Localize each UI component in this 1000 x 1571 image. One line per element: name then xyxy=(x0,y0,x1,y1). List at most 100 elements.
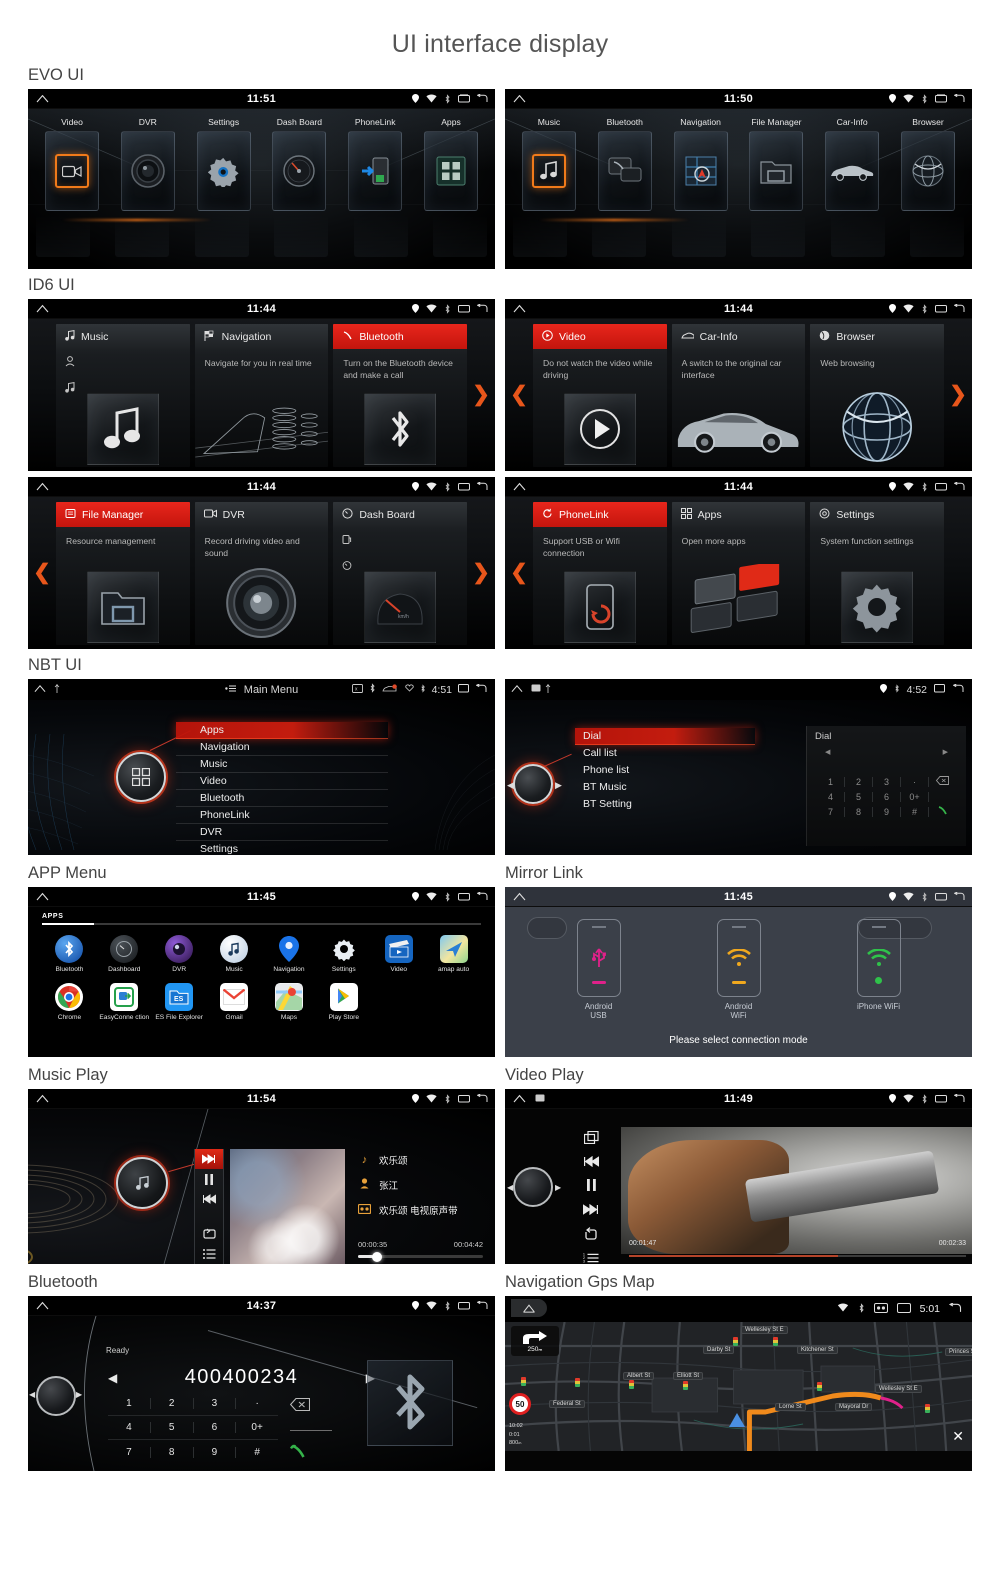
back-icon[interactable] xyxy=(953,93,965,103)
evo-tile[interactable] xyxy=(522,131,576,211)
recents-icon[interactable] xyxy=(935,304,947,313)
next-track-button[interactable] xyxy=(195,1149,223,1169)
playlist-button[interactable] xyxy=(195,1244,223,1264)
back-icon[interactable] xyxy=(953,1093,965,1103)
key-hash[interactable]: # xyxy=(901,806,929,817)
key-hash[interactable]: # xyxy=(236,1447,278,1458)
key-dot[interactable]: · xyxy=(901,776,929,787)
key-0[interactable]: 0+ xyxy=(901,791,929,802)
progress-slider[interactable] xyxy=(629,1255,966,1257)
evo-tile[interactable] xyxy=(196,131,251,211)
prev-arrow[interactable]: ❮ xyxy=(28,502,56,642)
app-item-bluetooth[interactable]: Bluetooth xyxy=(42,935,97,974)
nbt-menu-item-phonelist[interactable]: Phone list xyxy=(575,762,755,779)
next-arrow[interactable]: ❯ xyxy=(467,324,495,464)
evo-tile[interactable] xyxy=(348,131,403,211)
evo-tile[interactable] xyxy=(825,131,880,211)
recents-icon[interactable] xyxy=(935,892,947,901)
back-icon[interactable] xyxy=(475,683,487,696)
evo-item-filemanager[interactable]: File Manager xyxy=(740,115,812,211)
key-dot[interactable]: · xyxy=(236,1398,278,1409)
nbt-menu-item-btsetting[interactable]: BT Setting xyxy=(575,796,755,813)
id6-card-apps[interactable]: Apps Open more apps xyxy=(671,502,806,645)
nbt-menu-item-dial[interactable]: Dial xyxy=(575,728,755,745)
evo-item-dvr[interactable]: DVR xyxy=(112,115,184,211)
rotary-knob[interactable] xyxy=(36,1376,76,1416)
app-item-navigation[interactable]: Navigation xyxy=(262,935,317,974)
recents-icon[interactable] xyxy=(458,892,470,901)
id6-card-dashboard[interactable]: Dash Board km/h xyxy=(333,502,468,645)
app-item-music[interactable]: Music xyxy=(207,935,262,974)
key-3[interactable]: 3 xyxy=(194,1398,237,1409)
id6-card-navigation[interactable]: Navigation Navigate for you in real time xyxy=(194,324,329,467)
key-3[interactable]: 3 xyxy=(873,776,901,787)
prev-track-button[interactable] xyxy=(569,1149,613,1173)
back-pill-button[interactable] xyxy=(527,917,567,939)
nbt-menu-item-btmusic[interactable]: BT Music xyxy=(575,779,755,796)
id6-card-music[interactable]: Music xyxy=(56,324,190,467)
key-1[interactable]: 1 xyxy=(817,776,845,787)
key-4[interactable]: 4 xyxy=(108,1422,151,1433)
right-arrow-icon[interactable]: ▶ xyxy=(76,1390,82,1399)
key-5[interactable]: 5 xyxy=(845,791,873,802)
back-icon[interactable] xyxy=(952,683,964,696)
next-arrow[interactable]: ❯ xyxy=(944,324,972,464)
id6-card-carinfo[interactable]: Car-Info A switch to the original car in… xyxy=(671,324,806,467)
evo-tile[interactable] xyxy=(900,131,955,211)
app-item-esfileexplorer[interactable]: ES ES File Explorer xyxy=(152,983,207,1022)
evo-item-settings[interactable]: Settings xyxy=(188,115,260,211)
recents-icon[interactable] xyxy=(934,683,946,696)
key-7[interactable]: 7 xyxy=(108,1446,151,1458)
evo-item-dashboard[interactable]: Dash Board xyxy=(263,115,335,211)
playlist-button[interactable]: 123 xyxy=(569,1245,613,1264)
nbt-menu-item-calllist[interactable]: Call list xyxy=(575,745,755,762)
mode-android-usb[interactable] xyxy=(576,919,621,997)
back-icon[interactable] xyxy=(953,481,965,491)
recents-icon[interactable] xyxy=(458,1094,470,1103)
back-icon[interactable] xyxy=(476,891,488,901)
id6-card-browser[interactable]: Browser Web browsing xyxy=(810,324,945,467)
recents-icon[interactable] xyxy=(458,683,470,696)
key-4[interactable]: 4 xyxy=(817,791,845,802)
home-icon[interactable] xyxy=(511,1299,547,1317)
recents-icon[interactable] xyxy=(458,94,470,103)
rotary-knob[interactable] xyxy=(116,1157,168,1209)
key-2[interactable]: 2 xyxy=(845,776,873,787)
left-arrow-icon[interactable]: ◀ xyxy=(507,1183,513,1192)
app-item-chrome[interactable]: Chrome xyxy=(42,983,97,1022)
back-icon[interactable] xyxy=(948,1302,962,1316)
backspace-button[interactable] xyxy=(289,1397,332,1416)
recents-icon[interactable] xyxy=(935,1094,947,1103)
right-arrow-icon[interactable]: ▶ xyxy=(555,1183,561,1192)
pause-button[interactable] xyxy=(569,1173,613,1197)
app-item-dashboard[interactable]: Dashboard xyxy=(97,935,152,974)
nbt-menu-item-bluetooth[interactable]: Bluetooth xyxy=(176,790,388,807)
repeat-button[interactable] xyxy=(569,1221,613,1245)
recents-icon[interactable] xyxy=(935,482,947,491)
nbt-menu-item-apps[interactable]: Apps xyxy=(176,722,388,739)
recents-icon[interactable] xyxy=(935,94,947,103)
back-icon[interactable] xyxy=(953,303,965,313)
prev-arrow-icon[interactable]: ◀ xyxy=(108,1371,117,1385)
key-9[interactable]: 9 xyxy=(194,1446,237,1458)
next-track-button[interactable] xyxy=(569,1197,613,1221)
back-icon[interactable] xyxy=(953,891,965,901)
app-item-maps[interactable]: Maps xyxy=(262,983,317,1022)
key-8[interactable]: 8 xyxy=(845,806,873,817)
right-arrow-icon[interactable]: ▶ xyxy=(555,780,562,791)
prev-track-button[interactable] xyxy=(195,1189,223,1209)
nbt-menu-item-settings[interactable]: Settings xyxy=(176,841,388,855)
nbt-menu-item-music[interactable]: Music xyxy=(176,756,388,773)
evo-tile[interactable] xyxy=(120,131,175,211)
evo-item-video[interactable]: Video xyxy=(36,115,108,211)
evo-item-music[interactable]: Music xyxy=(513,115,585,211)
prev-arrow[interactable]: ❮ xyxy=(505,502,533,642)
evo-tile[interactable] xyxy=(423,131,478,211)
app-item-gmail[interactable]: Gmail xyxy=(207,983,262,1022)
id6-card-filemanager[interactable]: File Manager Resource management xyxy=(56,502,190,645)
key-7[interactable]: 7 xyxy=(817,806,845,817)
back-icon[interactable] xyxy=(476,93,488,103)
recents-icon[interactable] xyxy=(458,482,470,491)
id6-card-video[interactable]: Video Do not watch the video while drivi… xyxy=(533,324,667,467)
nbt-menu-item-phonelink[interactable]: PhoneLink xyxy=(176,807,388,824)
